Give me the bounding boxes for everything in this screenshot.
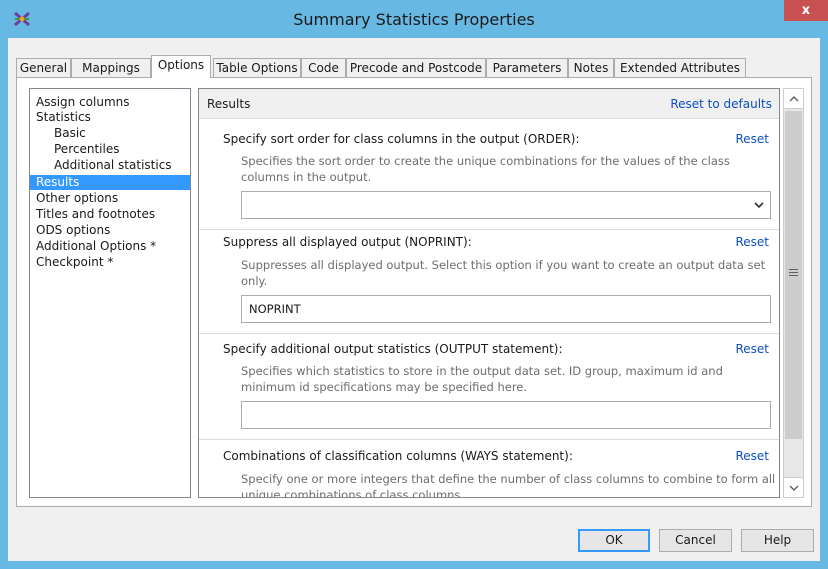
nav-item-percentiles[interactable]: Percentiles <box>30 142 190 157</box>
noprint-field[interactable]: NOPRINT <box>241 295 771 323</box>
tab-general[interactable]: General <box>16 58 71 78</box>
chevron-down-icon <box>754 192 764 227</box>
window-title: Summary Statistics Properties <box>293 10 535 29</box>
noprint-option-description: Suppresses all displayed output. Select … <box>241 258 766 288</box>
ways-option-label: Combinations of classification columns (… <box>223 449 573 463</box>
order-reset-link[interactable]: Reset <box>735 132 769 146</box>
noprint-reset-link[interactable]: Reset <box>735 235 769 249</box>
tab-extended-attributes[interactable]: Extended Attributes <box>614 58 746 78</box>
option-separator <box>199 333 779 334</box>
order-option-label: Specify sort order for class columns in … <box>223 132 580 146</box>
nav-item-results[interactable]: Results <box>30 175 190 190</box>
tab-options[interactable]: Options <box>151 55 211 78</box>
section-title: Results <box>207 97 251 111</box>
option-separator <box>199 229 779 230</box>
nav-item-titles-footnotes[interactable]: Titles and footnotes <box>30 207 190 222</box>
scroll-thumb[interactable] <box>785 111 802 439</box>
noprint-option-label: Suppress all displayed output (NOPRINT): <box>223 235 472 249</box>
output-reset-link[interactable]: Reset <box>735 342 769 356</box>
close-button[interactable]: x <box>784 0 828 21</box>
nav-item-assign-columns[interactable]: Assign columns <box>30 95 190 110</box>
output-option-label: Specify additional output statistics (OU… <box>223 342 563 356</box>
output-statement-field[interactable] <box>241 401 771 429</box>
section-header: Results Reset to defaults <box>199 89 779 119</box>
tab-precode-postcode[interactable]: Precode and Postcode <box>346 58 486 78</box>
order-dropdown[interactable] <box>241 191 771 219</box>
vertical-scrollbar[interactable] <box>783 88 804 498</box>
tab-mappings[interactable]: Mappings <box>71 58 151 78</box>
tab-parameters[interactable]: Parameters <box>486 58 568 78</box>
reset-to-defaults-link[interactable]: Reset to defaults <box>670 97 772 111</box>
nav-item-ods-options[interactable]: ODS options <box>30 223 190 238</box>
output-option-description: Specifies which statistics to store in t… <box>241 364 723 394</box>
cancel-button[interactable]: Cancel <box>659 529 732 552</box>
tab-notes[interactable]: Notes <box>568 58 614 78</box>
tab-code[interactable]: Code <box>301 58 346 78</box>
ok-button[interactable]: OK <box>578 529 650 552</box>
options-nav-list: Assign columns Statistics Basic Percenti… <box>29 88 191 498</box>
scroll-down-arrow-icon[interactable] <box>784 477 803 497</box>
nav-item-basic[interactable]: Basic <box>30 126 190 141</box>
order-option-description: Specifies the sort order to create the u… <box>241 154 730 184</box>
results-options-pane: Results Reset to defaults Specify sort o… <box>198 88 780 498</box>
scroll-up-arrow-icon[interactable] <box>784 89 803 109</box>
nav-item-checkpoint[interactable]: Checkpoint * <box>30 255 190 270</box>
grip-icon <box>789 268 798 278</box>
tab-table-options[interactable]: Table Options <box>213 58 301 78</box>
option-separator <box>199 439 779 440</box>
nav-item-additional-statistics[interactable]: Additional statistics <box>30 158 190 173</box>
ways-reset-link[interactable]: Reset <box>735 449 769 463</box>
help-button[interactable]: Help <box>741 529 814 552</box>
nav-item-statistics[interactable]: Statistics <box>30 110 190 125</box>
nav-item-other-options[interactable]: Other options <box>30 191 190 206</box>
ways-option-description: Specify one or more integers that define… <box>241 472 776 498</box>
nav-item-additional-options[interactable]: Additional Options * <box>30 239 190 254</box>
title-bar[interactable]: Summary Statistics Properties x <box>0 0 828 38</box>
